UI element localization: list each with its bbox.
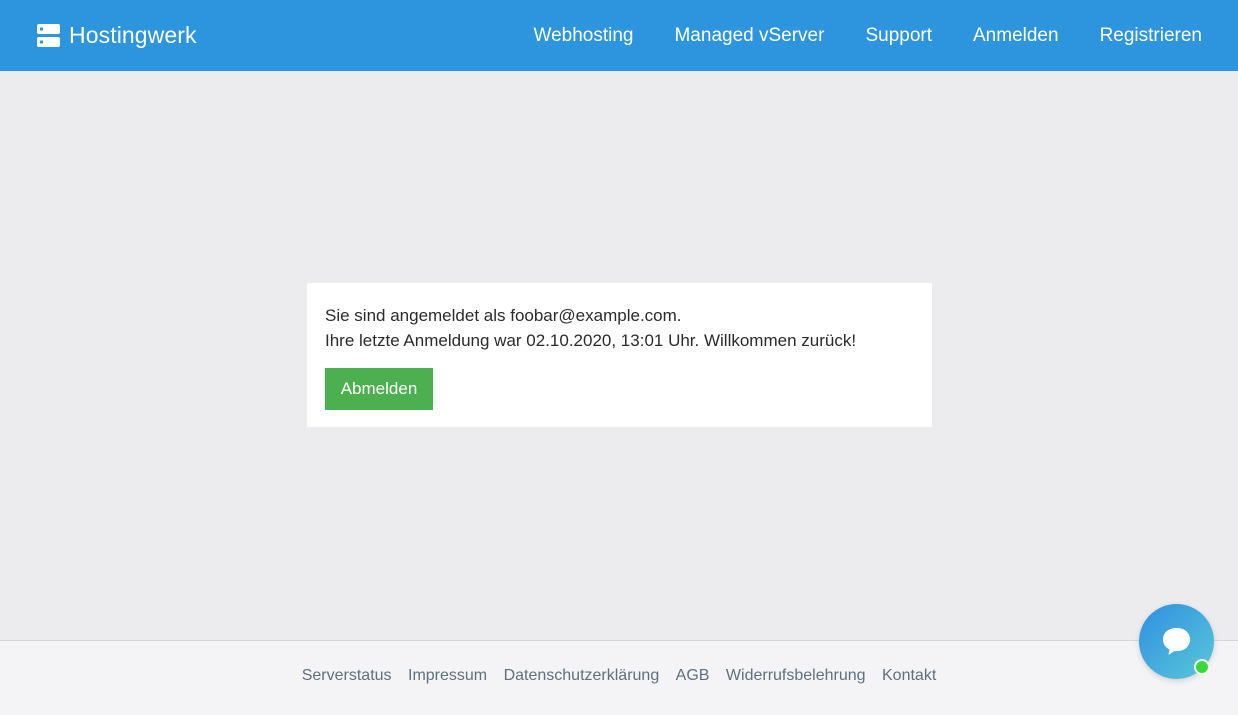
main-nav: Webhosting Managed vServer Support Anmel… — [492, 0, 1202, 71]
brand-name: Hostingwerk — [69, 22, 197, 48]
main-content: Sie sind angemeldet als foobar@example.c… — [0, 71, 1238, 640]
chat-online-status-dot — [1194, 659, 1210, 675]
login-status-card: Sie sind angemeldet als foobar@example.c… — [307, 283, 932, 427]
footer-link-kontakt[interactable]: Kontakt — [882, 667, 936, 684]
footer-link-widerruf[interactable]: Widerrufsbelehrung — [726, 667, 866, 684]
nav-managed-vserver[interactable]: Managed vServer — [674, 25, 824, 47]
nav-support[interactable]: Support — [865, 25, 932, 47]
page-footer: Serverstatus Impressum Datenschutzerklär… — [0, 640, 1238, 715]
nav-anmelden[interactable]: Anmelden — [973, 25, 1059, 47]
nav-registrieren[interactable]: Registrieren — [1100, 25, 1202, 47]
footer-link-impressum[interactable]: Impressum — [408, 667, 487, 684]
logged-in-message: Sie sind angemeldet als foobar@example.c… — [325, 306, 682, 325]
footer-link-serverstatus[interactable]: Serverstatus — [302, 667, 392, 684]
footer-link-agb[interactable]: AGB — [676, 667, 710, 684]
footer-links: Serverstatus Impressum Datenschutzerklär… — [0, 667, 1238, 685]
top-navbar: Hostingwerk Webhosting Managed vServer S… — [0, 0, 1238, 71]
last-login-message: Ihre letzte Anmeldung war 02.10.2020, 13… — [325, 331, 857, 350]
logout-button[interactable]: Abmelden — [325, 368, 433, 410]
footer-link-datenschutz[interactable]: Datenschutzerklärung — [504, 667, 660, 684]
brand-link[interactable]: Hostingwerk — [37, 0, 197, 71]
server-icon — [37, 24, 60, 47]
nav-webhosting[interactable]: Webhosting — [533, 25, 633, 47]
